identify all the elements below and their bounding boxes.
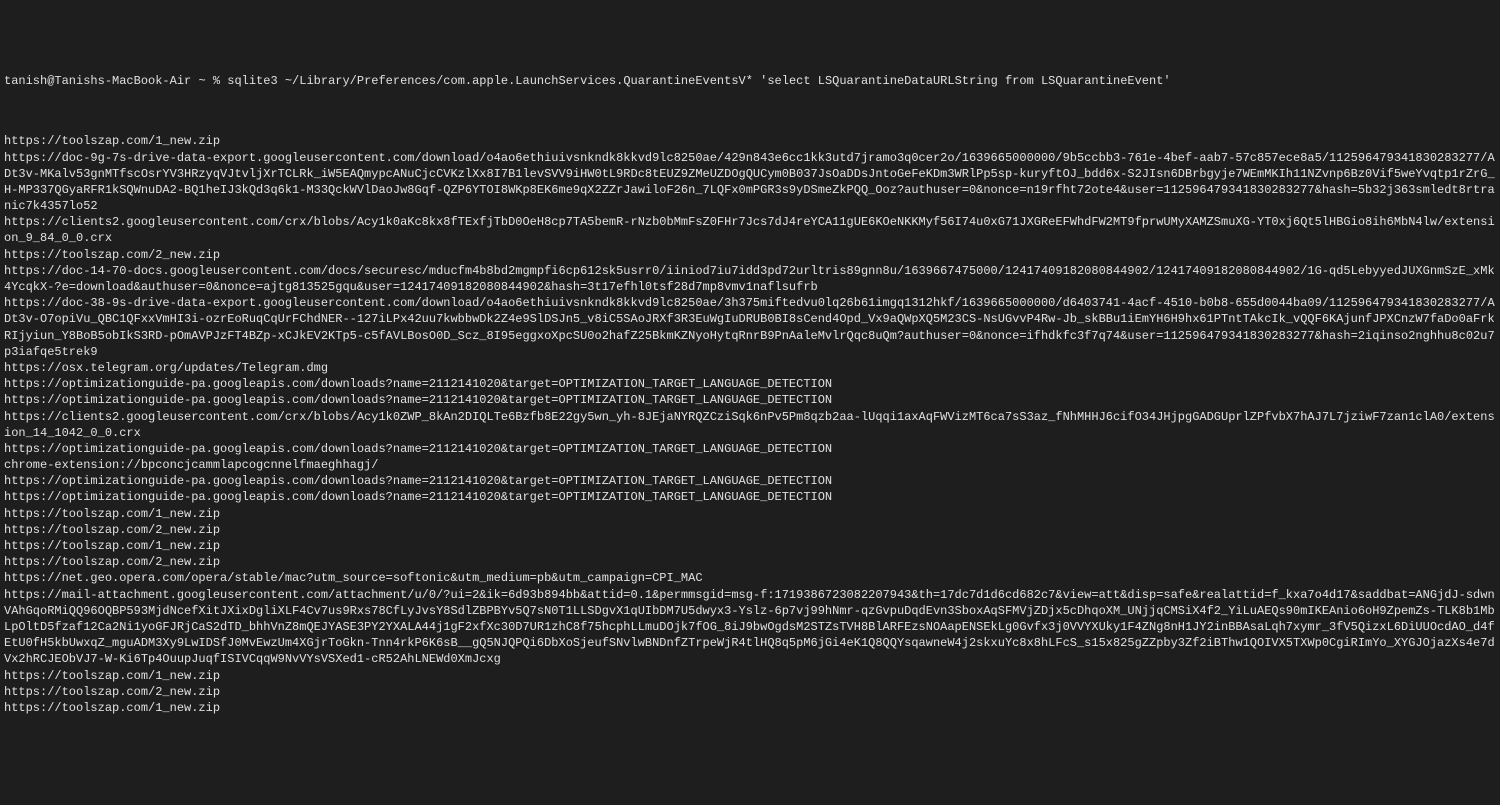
- terminal-prompt-line: tanish@Tanishs-MacBook-Air ~ % sqlite3 ~…: [4, 73, 1496, 89]
- prompt-symbol: %: [213, 74, 220, 88]
- prompt-user-host: tanish@Tanishs-MacBook-Air: [4, 74, 191, 88]
- output-line: https://toolszap.com/1_new.zip: [4, 668, 1496, 684]
- output-line: chrome-extension://bpconcjcammlapcogcnne…: [4, 457, 1496, 473]
- prompt-path: ~: [198, 74, 205, 88]
- output-line: https://toolszap.com/1_new.zip: [4, 506, 1496, 522]
- output-line: https://optimizationguide-pa.googleapis.…: [4, 441, 1496, 457]
- output-line: https://optimizationguide-pa.googleapis.…: [4, 489, 1496, 505]
- output-line: https://toolszap.com/2_new.zip: [4, 554, 1496, 570]
- output-line: https://mail-attachment.googleuserconten…: [4, 587, 1496, 668]
- output-line: https://optimizationguide-pa.googleapis.…: [4, 473, 1496, 489]
- output-line: https://clients2.googleusercontent.com/c…: [4, 409, 1496, 441]
- output-line: https://clients2.googleusercontent.com/c…: [4, 214, 1496, 246]
- output-line: https://optimizationguide-pa.googleapis.…: [4, 392, 1496, 408]
- terminal-output: https://toolszap.com/1_new.ziphttps://do…: [4, 133, 1496, 716]
- output-line: https://toolszap.com/2_new.zip: [4, 247, 1496, 263]
- output-line: https://toolszap.com/2_new.zip: [4, 684, 1496, 700]
- output-line: https://optimizationguide-pa.googleapis.…: [4, 376, 1496, 392]
- output-line: https://doc-14-70-docs.googleusercontent…: [4, 263, 1496, 295]
- output-line: https://osx.telegram.org/updates/Telegra…: [4, 360, 1496, 376]
- output-line: https://doc-38-9s-drive-data-export.goog…: [4, 295, 1496, 360]
- output-line: https://toolszap.com/1_new.zip: [4, 700, 1496, 716]
- output-line: https://toolszap.com/2_new.zip: [4, 522, 1496, 538]
- command-text: sqlite3 ~/Library/Preferences/com.apple.…: [227, 74, 1170, 88]
- output-line: https://doc-9g-7s-drive-data-export.goog…: [4, 150, 1496, 215]
- output-line: https://toolszap.com/1_new.zip: [4, 133, 1496, 149]
- output-line: https://toolszap.com/1_new.zip: [4, 538, 1496, 554]
- output-line: https://net.geo.opera.com/opera/stable/m…: [4, 570, 1496, 586]
